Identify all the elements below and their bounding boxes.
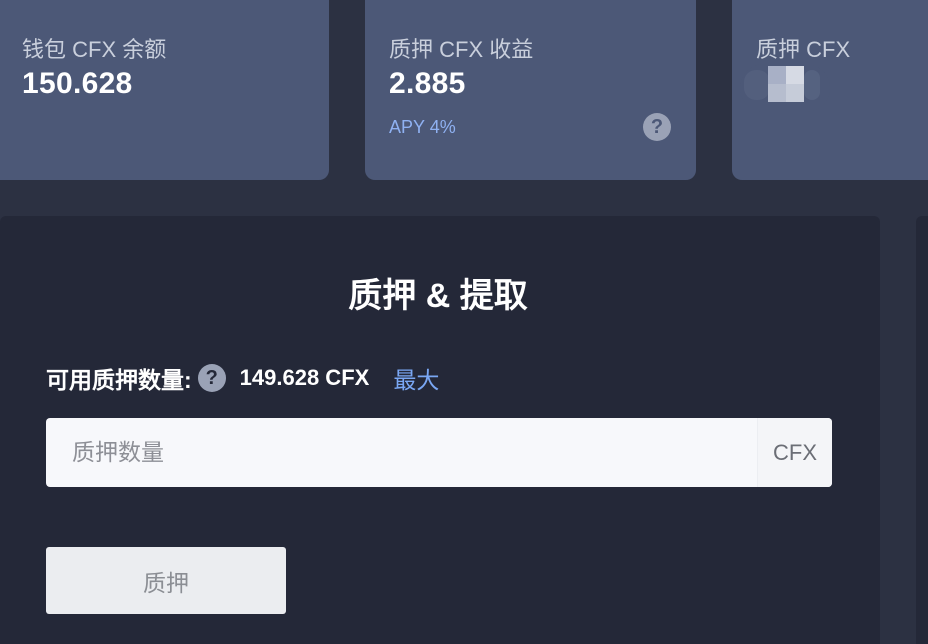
available-stake-amount: 149.628 CFX: [239, 365, 370, 390]
blurred-placeholder-icon: [740, 64, 830, 112]
question-icon[interactable]: ?: [643, 113, 671, 141]
available-stake-row: 可用质押数量: ? 149.628 CFX 最大: [46, 362, 439, 394]
staking-rewards-label: 质押 CFX 收益: [389, 37, 534, 62]
cfx-unit-label: CFX: [757, 418, 832, 487]
staked-cfx-label: 质押 CFX: [756, 37, 851, 62]
wallet-balance-value: 150.628: [22, 67, 133, 100]
max-button[interactable]: 最大: [393, 361, 439, 395]
staking-rewards-card: 质押 CFX 收益 2.885 APY 4% ?: [365, 0, 696, 180]
stake-button[interactable]: 质押: [46, 547, 286, 614]
staking-page: 钱包 CFX 余额 150.628 质押 CFX 收益 2.885 APY 4%…: [0, 0, 928, 644]
stake-amount-field: CFX: [46, 418, 832, 487]
wallet-balance-label: 钱包 CFX 余额: [22, 37, 167, 62]
available-stake-label: 可用质押数量:: [46, 367, 192, 393]
apy-label: APY 4%: [389, 117, 456, 137]
staking-rewards-value: 2.885: [389, 67, 466, 100]
stake-amount-input[interactable]: [46, 418, 758, 487]
wallet-balance-card: 钱包 CFX 余额 150.628: [0, 0, 329, 180]
panel-title: 质押 & 提取: [348, 277, 528, 315]
question-icon[interactable]: ?: [197, 364, 226, 392]
secondary-panel: [916, 216, 928, 644]
staked-cfx-card: 质押 CFX: [732, 0, 928, 180]
